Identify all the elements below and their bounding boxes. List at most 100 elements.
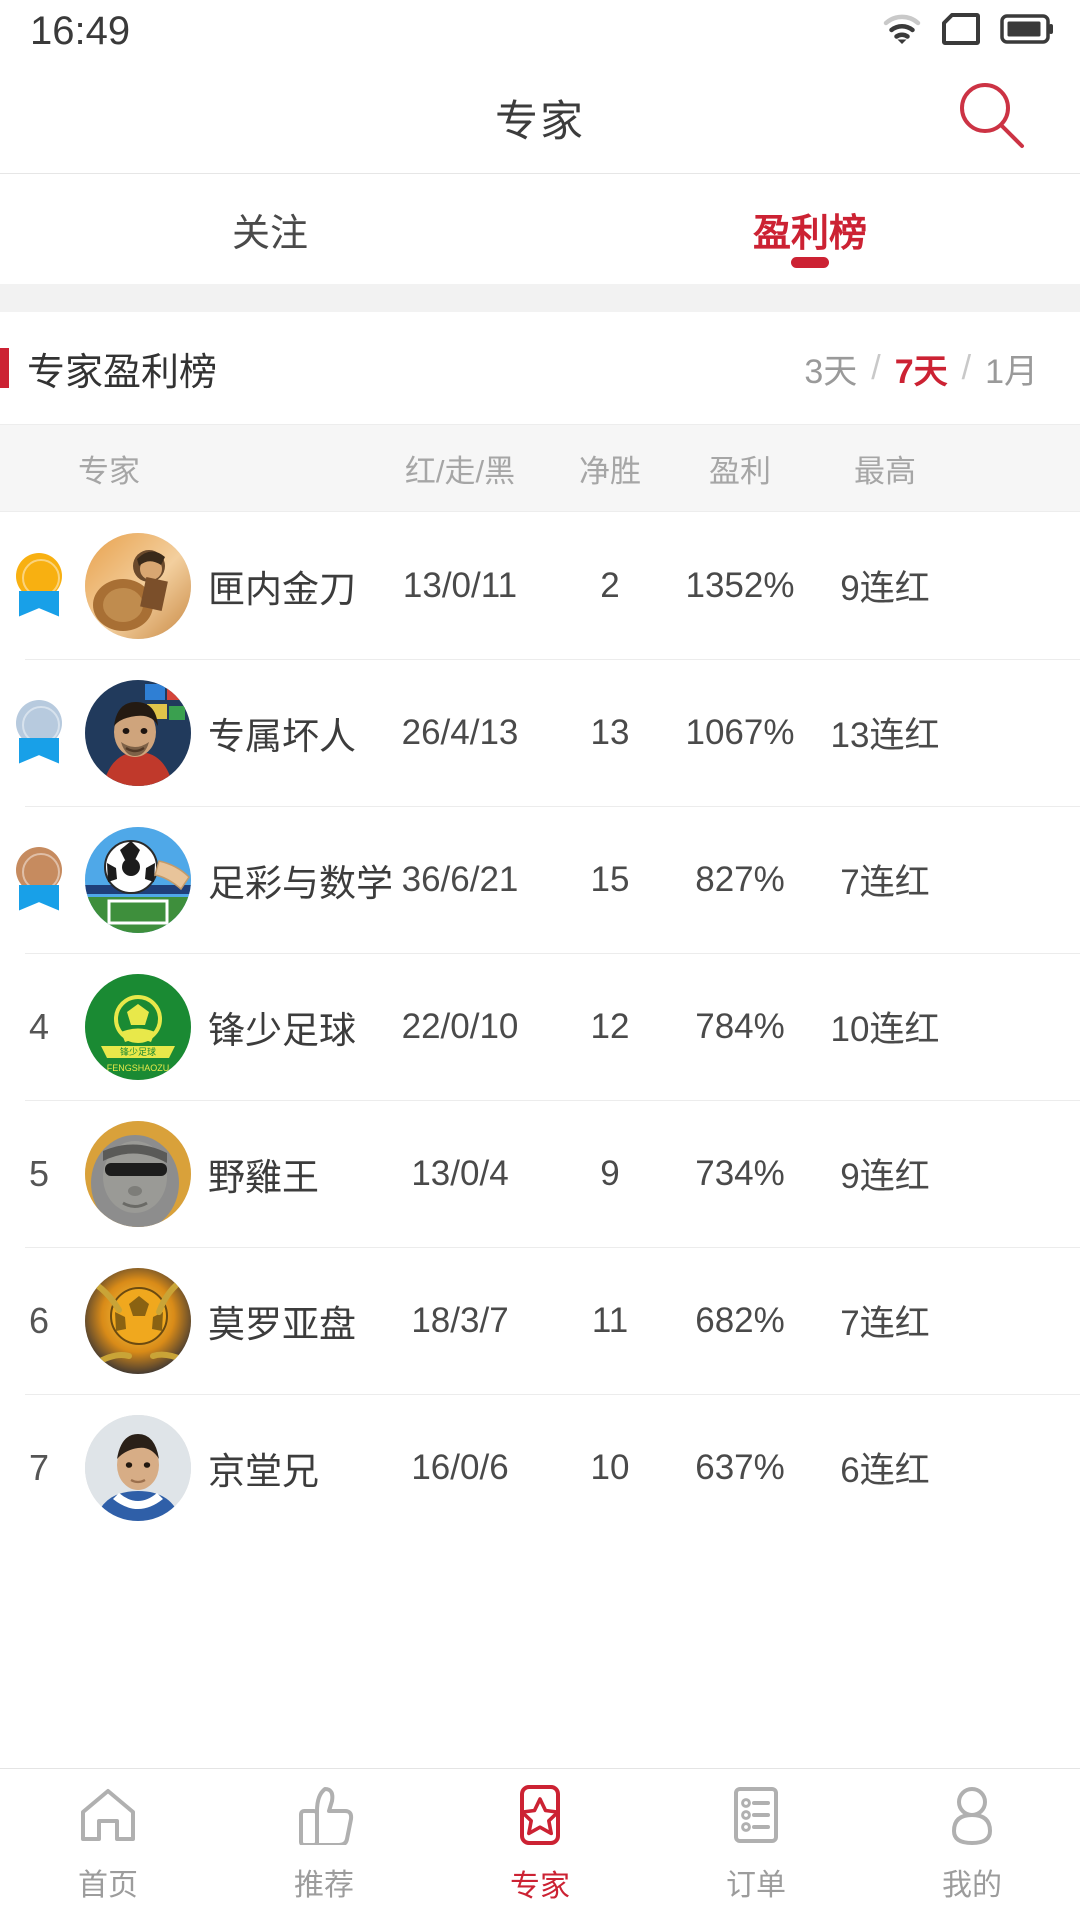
best-streak-value: 7连红 bbox=[840, 863, 930, 902]
nav-item-orders[interactable]: 订单 bbox=[648, 1785, 864, 1904]
nav-item-recommend[interactable]: 推荐 bbox=[216, 1785, 432, 1904]
net-value: 10 bbox=[590, 1447, 630, 1487]
star-badge-icon bbox=[509, 1784, 571, 1851]
record-value: 22/0/10 bbox=[401, 1006, 519, 1046]
nav-item-expert-label: 专家 bbox=[510, 1870, 570, 1903]
nav-item-recommend-label: 推荐 bbox=[294, 1869, 354, 1902]
column-header-record: 红/走/黑 bbox=[404, 453, 516, 489]
thumbs-up-icon bbox=[293, 1785, 355, 1850]
range-separator-2: / bbox=[961, 348, 972, 387]
net-value: 12 bbox=[590, 1006, 630, 1046]
section-title: 专家盈利榜 bbox=[27, 351, 218, 394]
nav-item-profile-label: 我的 bbox=[942, 1869, 1002, 1902]
rank-number: 5 bbox=[28, 1152, 50, 1194]
status-bar: 16:49 bbox=[0, 0, 1080, 62]
table-row[interactable]: 专属坏人 26/4/13 13 1067% 13连红 bbox=[0, 659, 1080, 806]
avatar-cell[interactable] bbox=[78, 1414, 198, 1521]
avatar-cell[interactable] bbox=[78, 1267, 198, 1374]
expert-name: 锋少足球 bbox=[208, 1009, 356, 1051]
section-title-wrap: 专家盈利榜 bbox=[0, 341, 217, 396]
wifi-icon bbox=[882, 13, 922, 50]
rank-cell bbox=[0, 846, 78, 913]
profit-value: 1352% bbox=[685, 565, 795, 605]
home-icon bbox=[77, 1785, 139, 1850]
table-row[interactable]: 足彩与数学 36/6/21 15 827% 7连红 bbox=[0, 806, 1080, 953]
avatar-cell[interactable]: 锋少足球 FENGSHAOZU bbox=[78, 973, 198, 1080]
rank-cell bbox=[0, 699, 78, 766]
rank-cell: 5 bbox=[0, 1153, 78, 1195]
net-value: 11 bbox=[591, 1300, 629, 1340]
record-value: 13/0/4 bbox=[411, 1153, 509, 1193]
expert-name: 匣内金刀 bbox=[208, 568, 356, 610]
section-header: 专家盈利榜 3天 / 7天 / 1月 bbox=[0, 312, 1080, 424]
avatar bbox=[85, 1414, 191, 1521]
avatar bbox=[85, 1120, 191, 1227]
avatar bbox=[85, 679, 191, 786]
tab-profit-rank-label: 盈利榜 bbox=[752, 212, 867, 255]
range-filter: 3天 / 7天 / 1月 bbox=[800, 344, 1042, 393]
page-title: 专家 bbox=[495, 97, 585, 146]
rank-cell: 7 bbox=[0, 1447, 78, 1489]
nav-item-home[interactable]: 首页 bbox=[0, 1785, 216, 1904]
avatar-cell[interactable] bbox=[78, 532, 198, 639]
range-option-3d[interactable]: 3天 bbox=[800, 344, 861, 393]
record-value: 13/0/11 bbox=[402, 565, 518, 605]
status-icon-group bbox=[882, 12, 1054, 50]
profit-value: 1067% bbox=[685, 712, 795, 752]
best-streak-value: 9连红 bbox=[840, 1157, 930, 1196]
avatar-cell[interactable] bbox=[78, 1120, 198, 1227]
profit-value: 682% bbox=[695, 1300, 785, 1340]
rank-number: 4 bbox=[28, 1005, 50, 1047]
expert-name: 专属坏人 bbox=[208, 715, 356, 757]
best-streak-value: 13连红 bbox=[830, 716, 940, 755]
profit-value: 637% bbox=[695, 1447, 785, 1487]
profit-value: 827% bbox=[695, 859, 785, 899]
table-row[interactable]: 4 锋少足球 FENGSHAOZU 锋少足球 22/0/10 12 784% 1… bbox=[0, 953, 1080, 1100]
nav-item-profile[interactable]: 我的 bbox=[864, 1785, 1080, 1904]
rank-number: 6 bbox=[28, 1299, 50, 1341]
record-value: 16/0/6 bbox=[411, 1447, 509, 1487]
avatar-cell[interactable] bbox=[78, 679, 198, 786]
expert-list: 匣内金刀 13/0/11 2 1352% 9连红 专属坏人 26/4/13 13… bbox=[0, 512, 1080, 1541]
rank-number: 7 bbox=[28, 1446, 50, 1488]
rank-cell bbox=[0, 552, 78, 619]
segment-tabs: 关注 盈利榜 bbox=[0, 174, 1080, 284]
bottom-navigation: 首页 推荐 专家 订单 我的 bbox=[0, 1768, 1080, 1920]
expert-name: 莫罗亚盘 bbox=[208, 1303, 356, 1345]
bronze-medal-icon bbox=[13, 846, 65, 913]
tab-follow[interactable]: 关注 bbox=[0, 174, 540, 284]
search-icon bbox=[952, 76, 1030, 159]
column-header-best: 最高 bbox=[854, 453, 916, 489]
tab-follow-label: 关注 bbox=[231, 212, 308, 255]
rank-cell: 6 bbox=[0, 1300, 78, 1342]
tab-active-indicator bbox=[791, 257, 829, 268]
nav-item-home-label: 首页 bbox=[78, 1869, 138, 1902]
column-header-expert: 专家 bbox=[78, 453, 140, 489]
tab-profit-rank[interactable]: 盈利榜 bbox=[540, 174, 1080, 284]
expert-name: 足彩与数学 bbox=[208, 862, 393, 904]
net-value: 9 bbox=[600, 1153, 620, 1193]
range-option-1m[interactable]: 1月 bbox=[981, 344, 1042, 393]
table-row[interactable]: 6 莫罗亚盘 18/3/7 11 682% 7连红 bbox=[0, 1247, 1080, 1394]
app-screen: 16:49 专家 关注 盈利榜 专家盈利榜 3天 / 7天 / 1月 专家 红/… bbox=[0, 0, 1080, 1920]
nav-item-expert[interactable]: 专家 bbox=[432, 1784, 648, 1905]
table-row[interactable]: 匣内金刀 13/0/11 2 1352% 9连红 bbox=[0, 512, 1080, 659]
table-header: 专家 红/走/黑 净胜 盈利 最高 bbox=[0, 424, 1080, 512]
record-value: 36/6/21 bbox=[401, 859, 519, 899]
range-option-7d[interactable]: 7天 bbox=[891, 344, 952, 393]
avatar bbox=[85, 826, 191, 933]
avatar-cell[interactable] bbox=[78, 826, 198, 933]
net-value: 2 bbox=[600, 565, 620, 605]
profit-value: 784% bbox=[695, 1006, 785, 1046]
avatar bbox=[85, 1267, 191, 1374]
search-button[interactable] bbox=[948, 75, 1034, 161]
table-row[interactable]: 5 野雞王 13/0/4 9 734% 9连红 bbox=[0, 1100, 1080, 1247]
svg-text:锋少足球: 锋少足球 bbox=[120, 1046, 156, 1057]
profit-value: 734% bbox=[695, 1153, 785, 1193]
section-divider-strip bbox=[0, 284, 1080, 312]
column-header-net: 净胜 bbox=[579, 453, 641, 489]
table-row[interactable]: 7 京堂兄 16/0/6 10 637% 6连红 bbox=[0, 1394, 1080, 1541]
top-bar: 专家 bbox=[0, 62, 1080, 174]
silver-medal-icon bbox=[13, 699, 65, 766]
expert-name: 京堂兄 bbox=[208, 1450, 319, 1492]
